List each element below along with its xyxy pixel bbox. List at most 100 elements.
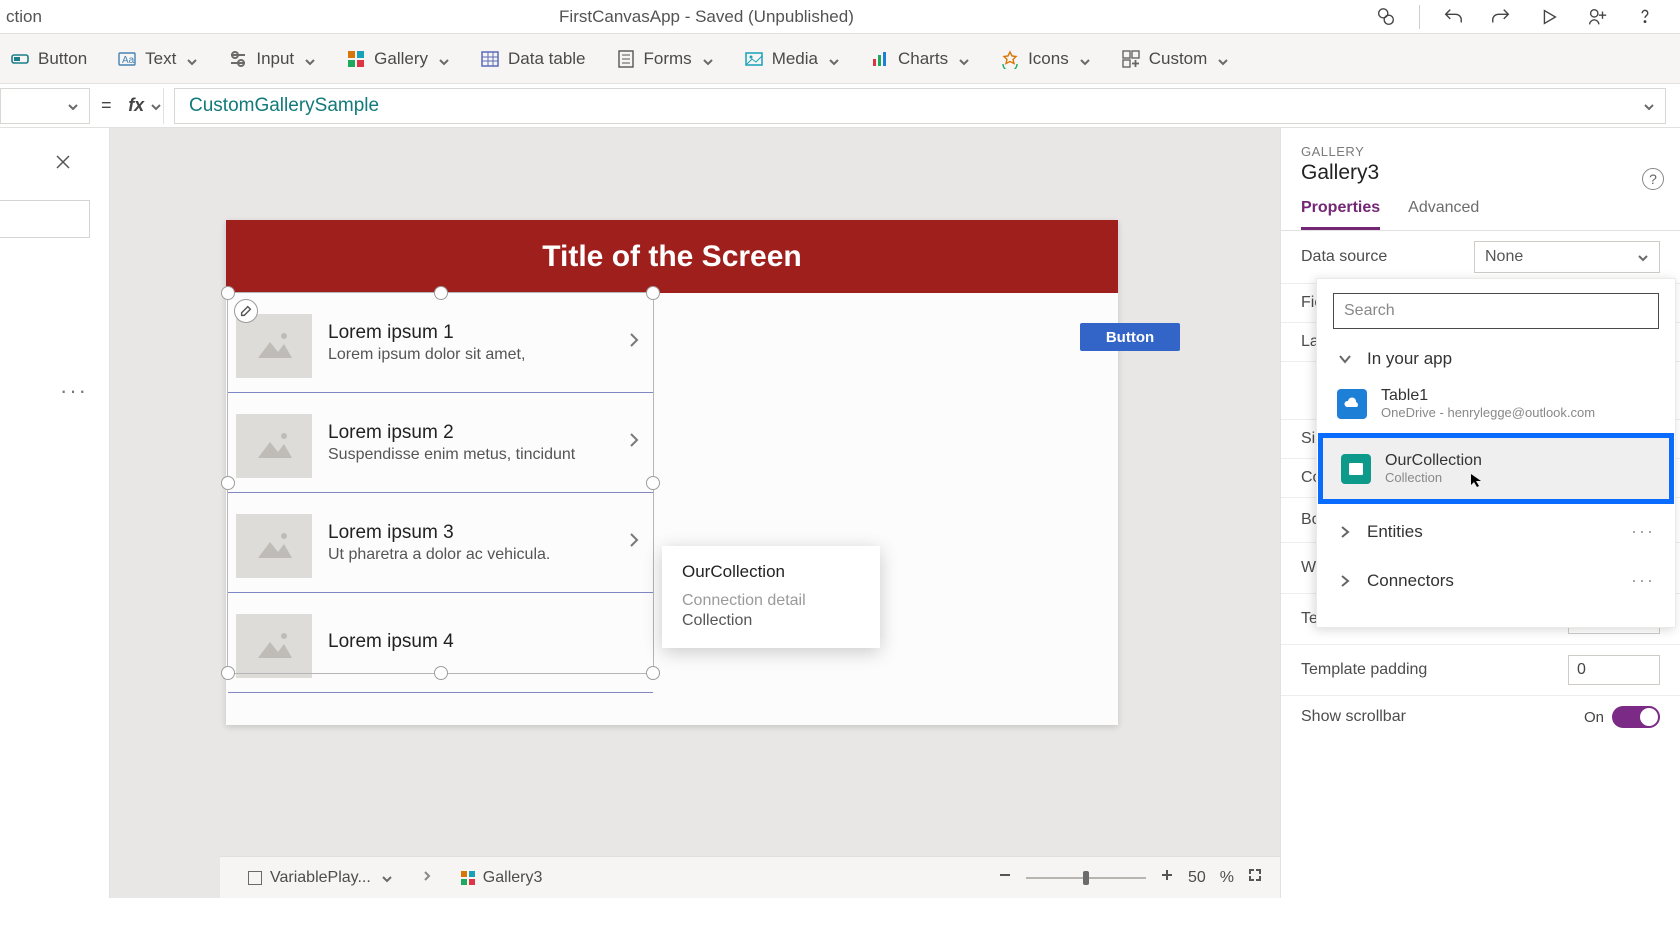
resize-handle[interactable]: [221, 666, 235, 680]
resize-handle[interactable]: [221, 286, 235, 300]
datasource-subtitle: Collection: [1385, 470, 1482, 485]
scrollbar-toggle[interactable]: [1612, 706, 1660, 728]
breadcrumb-screen[interactable]: VariablePlay...: [238, 862, 403, 894]
gallery-control[interactable]: Lorem ipsum 1Lorem ipsum dolor sit amet,…: [228, 293, 653, 673]
fx-indicator[interactable]: = fx: [100, 88, 164, 124]
chevron-down-icon: [304, 53, 316, 65]
gallery-icon: [461, 871, 475, 885]
ribbon-datatable[interactable]: Data table: [476, 43, 590, 75]
template-padding-input[interactable]: 0: [1568, 655, 1660, 685]
selection-outline: [227, 292, 654, 674]
datasource-item-ourcollection[interactable]: OurCollection Collection: [1321, 436, 1671, 501]
zoom-thumb[interactable]: [1083, 871, 1089, 885]
formula-bar: = fx CustomGallerySample: [0, 84, 1680, 128]
ribbon-text[interactable]: Aa Text: [113, 43, 202, 75]
play-icon[interactable]: [1534, 2, 1564, 32]
button-icon: [10, 49, 30, 69]
separator: [1419, 5, 1420, 29]
zoom-in-icon[interactable]: [1160, 868, 1174, 887]
section-label: In your app: [1367, 349, 1452, 369]
section-in-your-app[interactable]: In your app: [1317, 337, 1675, 377]
breadcrumb-sep-icon: [421, 869, 433, 887]
data-source-value: None: [1485, 248, 1523, 266]
icons-icon: [1000, 49, 1020, 69]
ribbon-button[interactable]: Button: [6, 43, 91, 75]
svg-text:Aa: Aa: [122, 55, 135, 66]
ribbon-text-label: Text: [145, 49, 176, 69]
custom-icon: [1121, 49, 1141, 69]
property-selector[interactable]: [0, 88, 90, 124]
undo-icon[interactable]: [1438, 2, 1468, 32]
charts-icon: [870, 49, 890, 69]
tree-search-box[interactable]: [0, 200, 90, 238]
onedrive-icon: [1337, 389, 1367, 419]
control-type-label: GALLERY: [1301, 144, 1660, 159]
equals-sign: =: [101, 95, 112, 116]
insert-ribbon: Button Aa Text Input Gallery Data table …: [0, 34, 1680, 84]
resize-handle[interactable]: [434, 666, 448, 680]
ribbon-input[interactable]: Input: [224, 43, 320, 75]
prop-label: Data source: [1301, 248, 1387, 266]
media-icon: [744, 49, 764, 69]
breadcrumb-gallery[interactable]: Gallery3: [451, 862, 553, 894]
resize-handle[interactable]: [221, 476, 235, 490]
formula-expand-icon[interactable]: [1643, 97, 1655, 109]
prop-show-scrollbar: Show scrollbar On: [1281, 696, 1680, 738]
prop-label: Show scrollbar: [1301, 708, 1406, 726]
more-icon[interactable]: ···: [1631, 570, 1655, 591]
data-source-select[interactable]: None: [1474, 241, 1660, 273]
close-panel-icon[interactable]: [53, 152, 73, 177]
collection-icon: [1341, 454, 1371, 484]
resize-handle[interactable]: [434, 286, 448, 300]
datasource-item-table1[interactable]: Table1 OneDrive - henrylegge@outlook.com: [1317, 377, 1675, 430]
help-icon[interactable]: [1630, 2, 1660, 32]
panel-help-icon[interactable]: ?: [1642, 168, 1664, 190]
tab-advanced[interactable]: Advanced: [1408, 199, 1479, 230]
share-icon[interactable]: [1582, 2, 1612, 32]
app-checker-icon[interactable]: [1371, 2, 1401, 32]
resize-handle[interactable]: [646, 476, 660, 490]
control-name[interactable]: Gallery3: [1301, 161, 1660, 185]
ribbon-charts[interactable]: Charts: [866, 43, 974, 75]
tree-more-icon[interactable]: ···: [60, 378, 88, 404]
datasource-name: Table1: [1381, 387, 1595, 405]
chevron-down-icon: [1079, 53, 1091, 65]
edit-template-icon[interactable]: [234, 299, 258, 323]
datasource-subtitle: OneDrive - henrylegge@outlook.com: [1381, 405, 1595, 420]
breadcrumb-screen-label: VariablePlay...: [270, 869, 371, 887]
ribbon-icons[interactable]: Icons: [996, 43, 1095, 75]
title-bar: ction FirstCanvasApp - Saved (Unpublishe…: [0, 0, 1680, 34]
zoom-slider[interactable]: [1026, 877, 1146, 879]
section-label: Connectors: [1367, 571, 1454, 591]
datasource-search-input[interactable]: Search: [1333, 293, 1659, 329]
section-connectors[interactable]: Connectors ···: [1317, 556, 1675, 605]
resize-handle[interactable]: [646, 666, 660, 680]
tab-properties[interactable]: Properties: [1301, 199, 1380, 230]
chevron-down-icon: [1337, 351, 1353, 367]
ribbon-custom[interactable]: Custom: [1117, 43, 1234, 75]
ribbon-gallery[interactable]: Gallery: [342, 43, 454, 75]
more-icon[interactable]: ···: [1631, 521, 1655, 542]
ribbon-forms[interactable]: Forms: [612, 43, 718, 75]
screen-button[interactable]: Button: [1080, 323, 1180, 351]
tooltip-detail-label: Connection detail: [682, 592, 860, 610]
screen-icon: [248, 871, 262, 885]
tooltip-title: OurCollection: [682, 562, 860, 582]
redo-icon[interactable]: [1486, 2, 1516, 32]
canvas-area[interactable]: Title of the Screen Button Lorem ipsum 1…: [110, 128, 1280, 898]
chevron-down-icon: [67, 100, 79, 112]
ribbon-custom-label: Custom: [1149, 49, 1208, 69]
chevron-down-icon: [958, 53, 970, 65]
ribbon-media[interactable]: Media: [740, 43, 844, 75]
section-entities[interactable]: Entities ···: [1317, 507, 1675, 556]
gallery-icon: [346, 49, 366, 69]
ribbon-datatable-label: Data table: [508, 49, 586, 69]
formula-input[interactable]: CustomGallerySample: [174, 88, 1666, 124]
fit-screen-icon[interactable]: [1248, 868, 1262, 887]
left-tree-rail: ···: [0, 128, 110, 898]
chevron-down-icon: [381, 872, 393, 884]
resize-handle[interactable]: [646, 286, 660, 300]
datatable-icon: [480, 49, 500, 69]
chevron-down-icon: [150, 100, 162, 112]
zoom-out-icon[interactable]: [998, 868, 1012, 887]
